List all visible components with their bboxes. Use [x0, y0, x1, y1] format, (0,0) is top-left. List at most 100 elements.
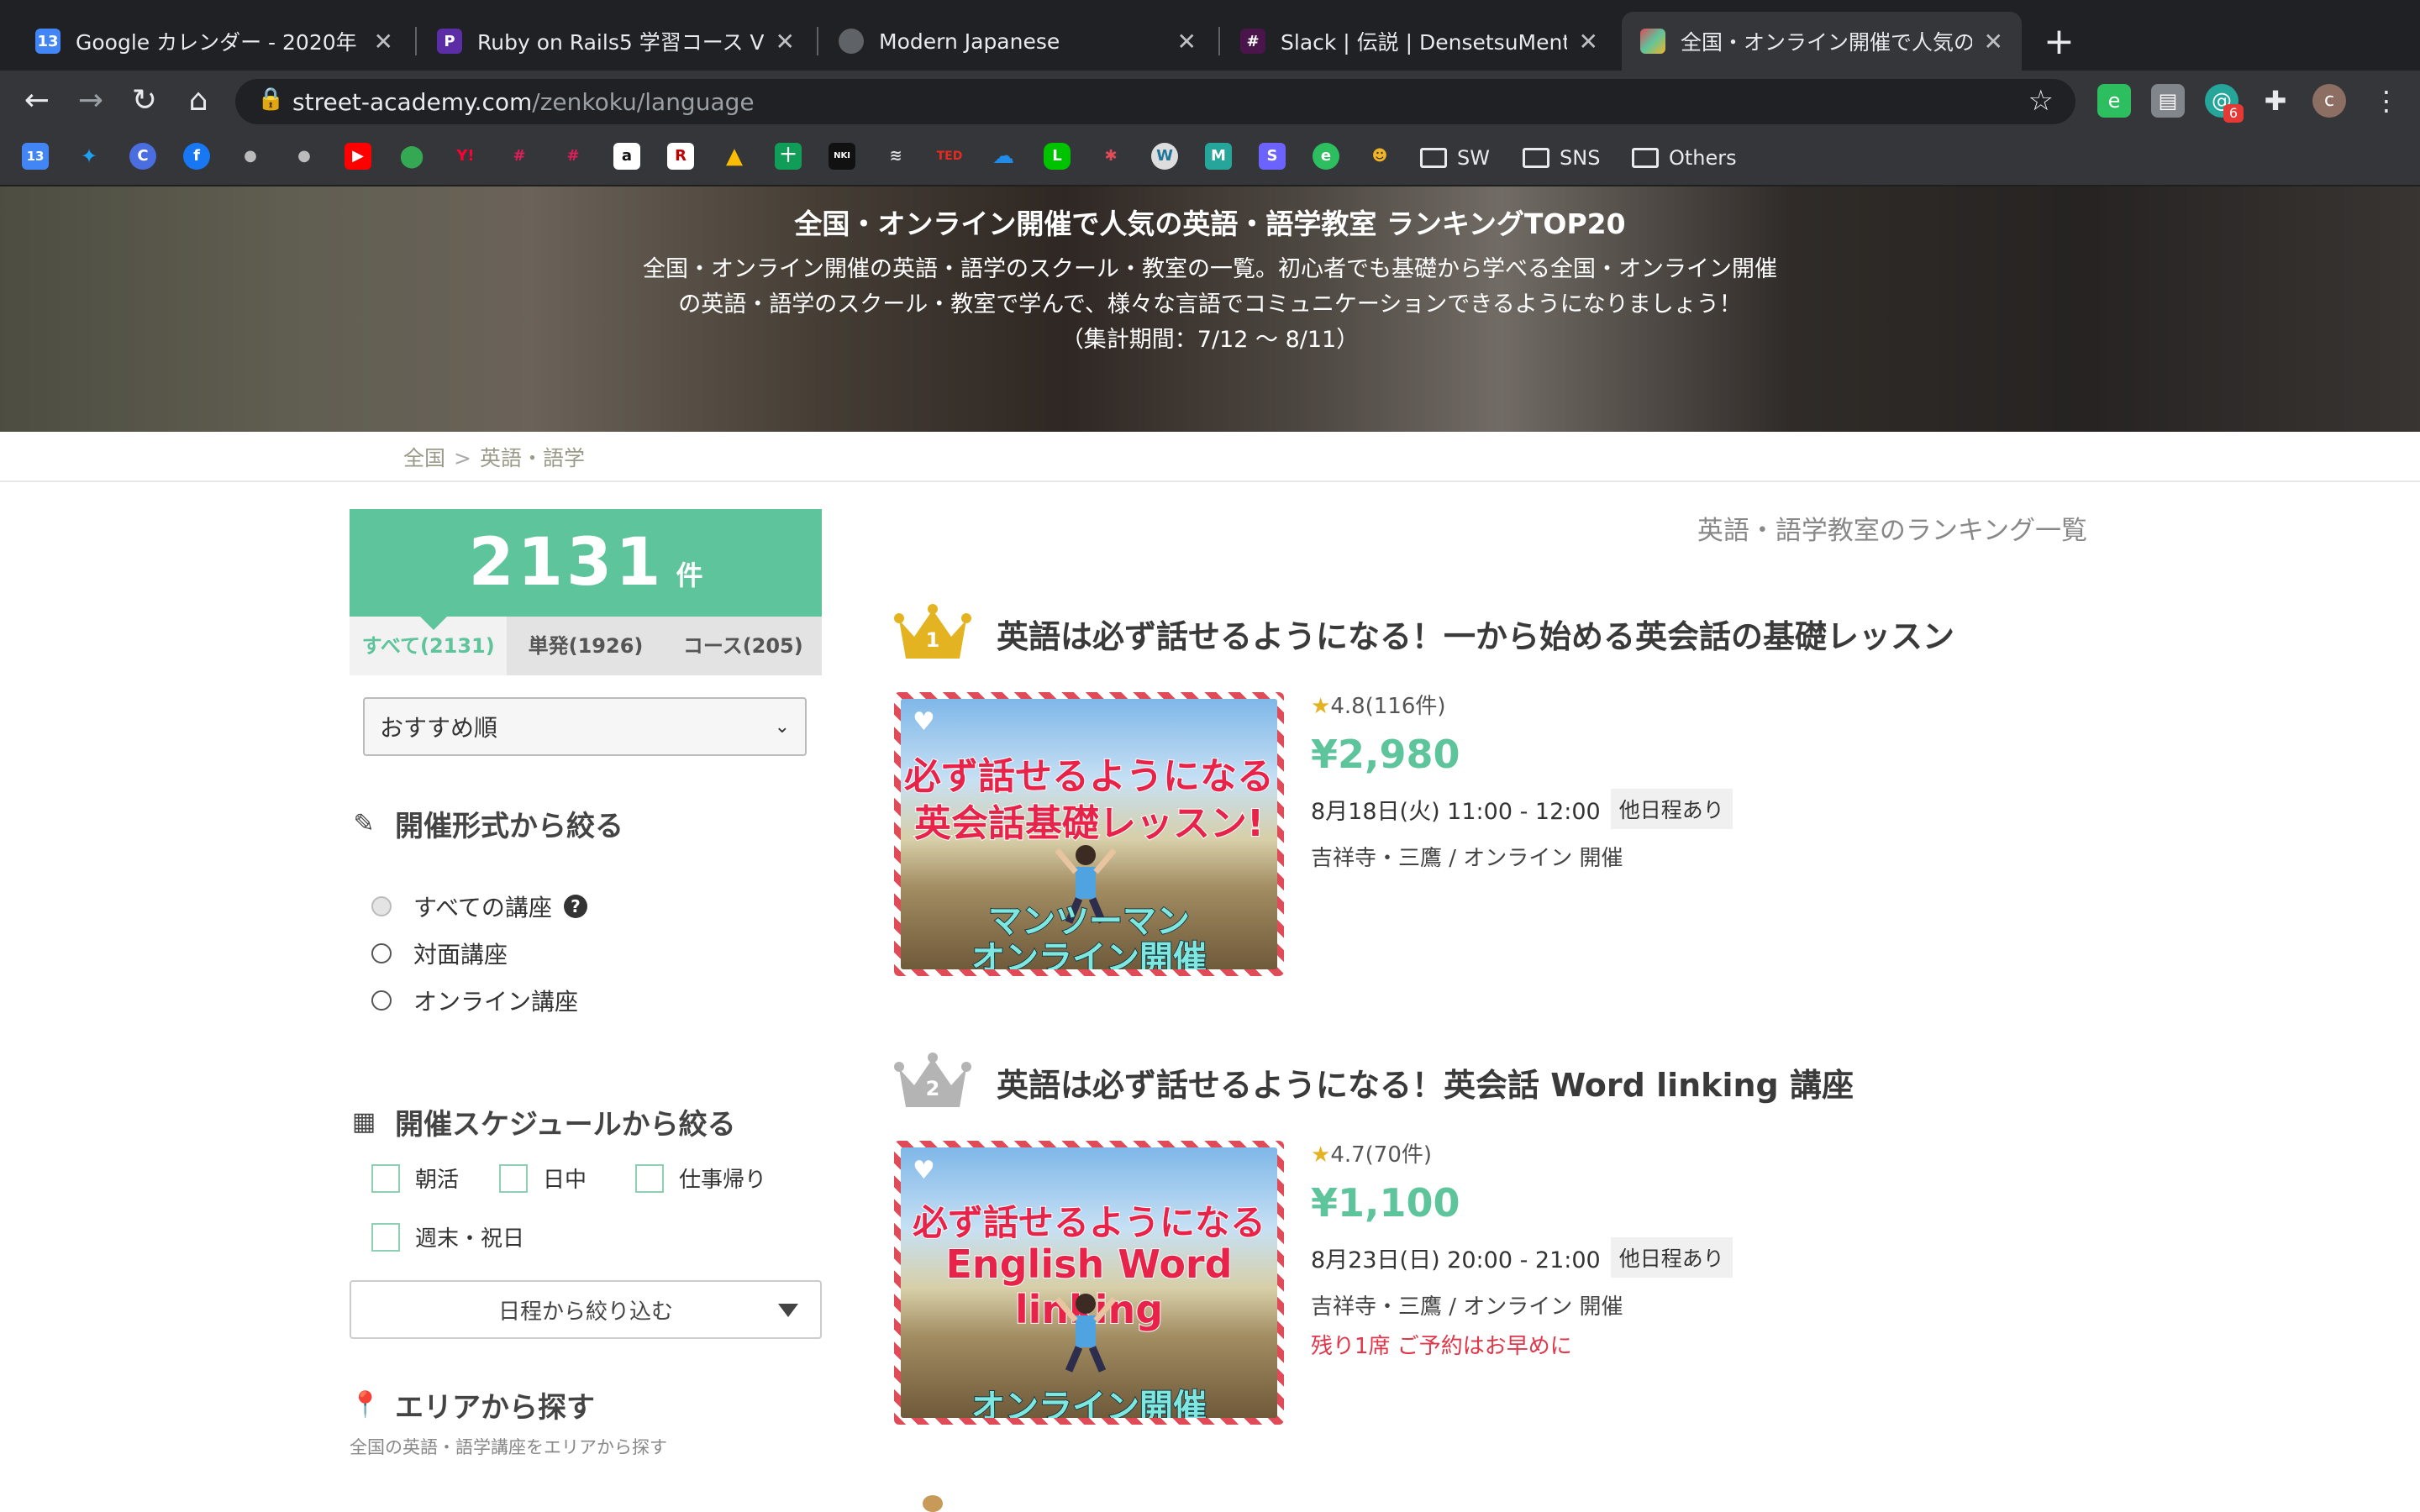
- lesson-datetime: 8月18日(火) 11:00 - 12:00 他日程あり: [1311, 789, 1733, 829]
- calendar-bookmark-icon[interactable]: 13: [22, 143, 49, 170]
- tab-google-calendar[interactable]: 13 Google カレンダー - 2020年 8月 ✕: [17, 12, 412, 71]
- thumbnail-caption-1: 必ず話せるようになる: [903, 754, 1275, 799]
- sort-value: おすすめ順: [380, 714, 498, 742]
- sort-select[interactable]: おすすめ順 ⌄: [363, 697, 807, 756]
- s-bookmark-icon[interactable]: S: [1259, 143, 1286, 170]
- tab-rails-course[interactable]: P Ruby on Rails5 学習コース V | プ ✕: [418, 12, 813, 71]
- street-academy-bookmark-icon[interactable]: ✱: [1097, 143, 1124, 170]
- radio-button[interactable]: [371, 990, 392, 1011]
- tab-modern-japanese[interactable]: Modern Japanese ✕: [820, 12, 1215, 71]
- avatar[interactable]: c: [2312, 84, 2346, 118]
- help-icon[interactable]: ?: [563, 895, 587, 918]
- sheets-bookmark-icon[interactable]: 十: [775, 143, 802, 170]
- tab-street-academy[interactable]: 全国・オンライン開催で人気の英語 ✕: [1622, 12, 2022, 71]
- street-academy-icon: [1640, 29, 1665, 54]
- close-icon[interactable]: ✕: [1984, 28, 2003, 55]
- lesson-thumbnail[interactable]: ♥ 必ず話せるようになる English Word linking オンライン開…: [894, 1141, 1284, 1425]
- triangle-down-icon: [778, 1304, 798, 1317]
- stripes-bookmark-icon[interactable]: ≋: [882, 143, 909, 170]
- c-bookmark-icon[interactable]: C: [129, 143, 156, 170]
- address-bar[interactable]: 🔒 street-academy.com/zenkoku/language ☆: [235, 79, 2075, 124]
- other-dates-badge[interactable]: 他日程あり: [1610, 1237, 1733, 1278]
- rank-number: 2: [925, 1077, 940, 1100]
- ranking-item-1-header: 1 英語は必ず話せるようになる！一から始める英会話の基礎レッスン: [894, 603, 1954, 664]
- lesson-title[interactable]: 英語は必ず話せるようになる！英会話 Word linking 講座: [997, 1059, 1854, 1105]
- twitter-bookmark-icon[interactable]: ✦: [76, 143, 103, 170]
- line-bookmark-icon[interactable]: L: [1044, 143, 1071, 170]
- heart-icon[interactable]: ♥: [913, 707, 935, 737]
- ted-bookmark-icon[interactable]: TED: [936, 143, 963, 170]
- drive-bookmark-icon[interactable]: ▲: [721, 143, 748, 170]
- puzzle-icon[interactable]: ✚: [2259, 84, 2292, 118]
- bookmark-star-icon[interactable]: ☆: [2028, 84, 2054, 118]
- m-bookmark-icon[interactable]: M: [1205, 143, 1232, 170]
- maps-bookmark-icon[interactable]: ⬤: [398, 143, 425, 170]
- radio-in-person[interactable]: 対面講座: [371, 930, 822, 977]
- lesson-location: 吉祥寺・三鷹 / オンライン 開催: [1311, 846, 1623, 871]
- breadcrumb-current[interactable]: 英語・語学: [480, 446, 585, 470]
- radio-button[interactable]: [371, 943, 392, 963]
- facebook-bookmark-icon[interactable]: f: [183, 143, 210, 170]
- segment-single[interactable]: 単発(1926): [507, 617, 665, 675]
- radio-button[interactable]: [371, 896, 392, 916]
- segment-course[interactable]: コース(205): [664, 617, 822, 675]
- home-icon[interactable]: ⌂: [178, 81, 218, 121]
- cloud-bookmark-icon[interactable]: ☁: [990, 143, 1017, 170]
- radio-all-lessons[interactable]: すべての講座?: [371, 883, 822, 930]
- apple-bookmark-icon-2[interactable]: ●: [291, 143, 318, 170]
- breadcrumb-root[interactable]: 全国: [403, 446, 445, 470]
- back-icon[interactable]: ←: [17, 81, 57, 121]
- new-tab-button[interactable]: +: [2044, 20, 2075, 64]
- lesson-thumbnail[interactable]: ♥ 必ず話せるようになる 英会話基礎レッスン! マンツーマン オンライン開催: [894, 692, 1284, 976]
- nikkei-bookmark-icon[interactable]: NKI: [829, 143, 855, 170]
- bookmark-folder-sw[interactable]: SW: [1420, 143, 1490, 173]
- menu-icon[interactable]: ⋮: [2366, 81, 2407, 121]
- forward-icon[interactable]: →: [71, 81, 111, 121]
- schedule-checkbox-group: 朝活 日中 仕事帰り 週末・祝日: [350, 1142, 822, 1277]
- close-icon[interactable]: ✕: [374, 28, 393, 55]
- checkbox[interactable]: [499, 1163, 528, 1193]
- lesson-title[interactable]: 英語は必ず話せるようになる！一から始める英会話の基礎レッスン: [997, 611, 1954, 657]
- lesson-price: ¥2,980: [1311, 732, 1460, 777]
- area-filter-heading: 📍 エリアから探す: [350, 1384, 822, 1425]
- checkbox-daytime[interactable]: 日中: [499, 1163, 587, 1194]
- bookmark-folder-sns[interactable]: SNS: [1523, 143, 1600, 173]
- amazon-bookmark-icon[interactable]: a: [613, 143, 640, 170]
- youtube-bookmark-icon[interactable]: ▶: [345, 143, 371, 170]
- radio-label: オンライン講座: [413, 988, 579, 1016]
- slack-bookmark-icon[interactable]: #: [506, 143, 533, 170]
- slack-bookmark-icon-2[interactable]: #: [560, 143, 587, 170]
- heart-icon[interactable]: ♥: [913, 1156, 935, 1185]
- rakuten-bookmark-icon[interactable]: R: [667, 143, 694, 170]
- thumbnail-caption-4: オンライン開催: [971, 938, 1207, 969]
- teacher-icon: ✎: [353, 808, 375, 838]
- date-filter-button[interactable]: 日程から絞り込む: [350, 1280, 822, 1339]
- yahoo-bookmark-icon[interactable]: Y!: [452, 143, 479, 170]
- tab-title: Google カレンダー - 2020年 8月: [76, 30, 362, 55]
- format-radio-group: すべての講座? 対面講座 オンライン講座: [350, 883, 822, 1024]
- filter-sidebar: 2131 件 すべて(2131) 単発(1926) コース(205) おすすめ順 …: [350, 509, 822, 1459]
- apple-bookmark-icon[interactable]: ●: [237, 143, 264, 170]
- close-icon[interactable]: ✕: [1579, 28, 1598, 55]
- other-dates-badge[interactable]: 他日程あり: [1610, 789, 1733, 829]
- evernote-icon[interactable]: e: [2097, 84, 2131, 118]
- tab-slack[interactable]: # Slack | 伝説 | DensetsuMenta ✕: [1222, 12, 1617, 71]
- checkbox-after-work[interactable]: 仕事帰り: [635, 1163, 766, 1194]
- bookmark-folder-others[interactable]: Others: [1632, 143, 1737, 173]
- checkbox[interactable]: [635, 1163, 664, 1193]
- page-title: 全国・オンライン開催で人気の英語・語学教室 ランキングTOP20: [794, 207, 1626, 240]
- checkbox[interactable]: [371, 1163, 400, 1193]
- bronze-crown-icon: [923, 1495, 943, 1512]
- reload-icon[interactable]: ↻: [124, 81, 165, 121]
- close-icon[interactable]: ✕: [1177, 28, 1197, 55]
- checkbox[interactable]: [371, 1222, 400, 1252]
- close-icon[interactable]: ✕: [776, 28, 795, 55]
- wordpress-bookmark-icon[interactable]: W: [1151, 143, 1178, 170]
- checkbox-morning[interactable]: 朝活: [371, 1163, 459, 1194]
- radio-online[interactable]: オンライン講座: [371, 977, 822, 1024]
- people-bookmark-icon[interactable]: ☻: [1366, 143, 1393, 170]
- tab-manager-icon[interactable]: ▤: [2151, 84, 2185, 118]
- checkbox-weekend[interactable]: 週末・祝日: [371, 1221, 524, 1252]
- e-bookmark-icon[interactable]: e: [1313, 143, 1339, 170]
- lesson-rating: ★4.7(70件): [1311, 1137, 1733, 1168]
